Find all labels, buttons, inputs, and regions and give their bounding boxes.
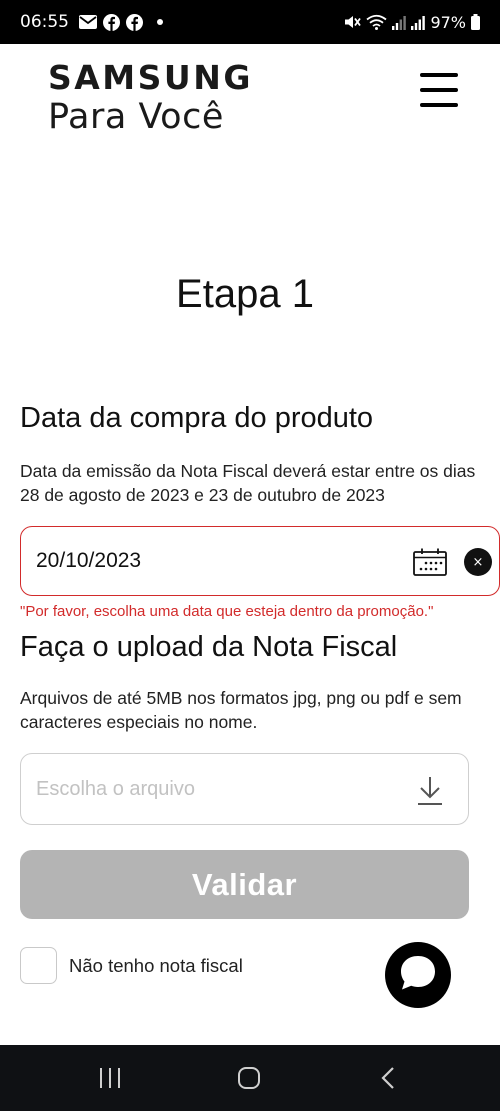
mail-icon — [79, 15, 97, 29]
header: SAMSUNG Para Você — [0, 44, 500, 154]
logo-brand: SAMSUNG — [48, 58, 253, 97]
purchase-date-value: 20/10/2023 — [36, 549, 142, 572]
back-icon[interactable] — [358, 1045, 418, 1111]
upload-title: Faça o upload da Nota Fiscal — [20, 631, 398, 663]
date-error-message: "Por favor, escolha uma data que esteja … — [20, 603, 434, 620]
samsung-logo[interactable]: SAMSUNG Para Você — [48, 58, 253, 138]
logo-subtitle: Para Você — [48, 97, 224, 137]
download-icon — [417, 776, 443, 811]
recent-apps-icon[interactable] — [80, 1045, 140, 1111]
dot-icon — [157, 19, 163, 25]
no-invoice-label: Não tenho nota fiscal — [69, 954, 243, 976]
purchase-date-description: Data da emissão da Nota Fiscal deverá es… — [20, 461, 476, 505]
menu-bar — [420, 73, 458, 77]
purchase-date-input[interactable]: 20/10/2023 × — [20, 526, 500, 596]
step-title: Etapa 1 — [176, 272, 314, 316]
navigation-bar — [0, 1045, 500, 1111]
facebook-icon — [103, 13, 120, 31]
status-bar: 06:55 97% — [0, 0, 500, 44]
battery-icon — [471, 14, 480, 30]
wifi-icon — [366, 14, 387, 30]
status-right: 97% — [344, 13, 480, 32]
facebook-icon — [126, 13, 143, 31]
mute-icon — [344, 14, 362, 30]
menu-bar — [420, 103, 458, 107]
chat-button[interactable] — [385, 942, 451, 1008]
chat-bubble-icon — [398, 953, 438, 998]
validate-button[interactable]: Validar — [20, 850, 469, 919]
no-invoice-checkbox[interactable] — [20, 947, 57, 984]
menu-bar — [420, 88, 458, 92]
signal-icon — [392, 15, 407, 30]
purchase-date-title: Data da compra do produto — [20, 402, 374, 434]
clear-date-button[interactable]: × — [464, 548, 492, 576]
status-time: 06:55 — [20, 12, 69, 32]
battery-percentage: 97% — [430, 12, 466, 32]
signal-icon — [411, 15, 426, 30]
no-invoice-option[interactable]: Não tenho nota fiscal — [20, 947, 243, 984]
hamburger-menu-icon[interactable] — [418, 70, 462, 110]
upload-description: Arquivos de até 5MB nos formatos jpg, pn… — [20, 688, 462, 732]
home-icon[interactable] — [219, 1045, 279, 1111]
file-upload-input[interactable]: Escolha o arquivo — [20, 753, 469, 825]
status-left: 06:55 — [20, 12, 163, 32]
upload-placeholder: Escolha o arquivo — [36, 777, 195, 800]
calendar-icon[interactable] — [413, 548, 447, 581]
